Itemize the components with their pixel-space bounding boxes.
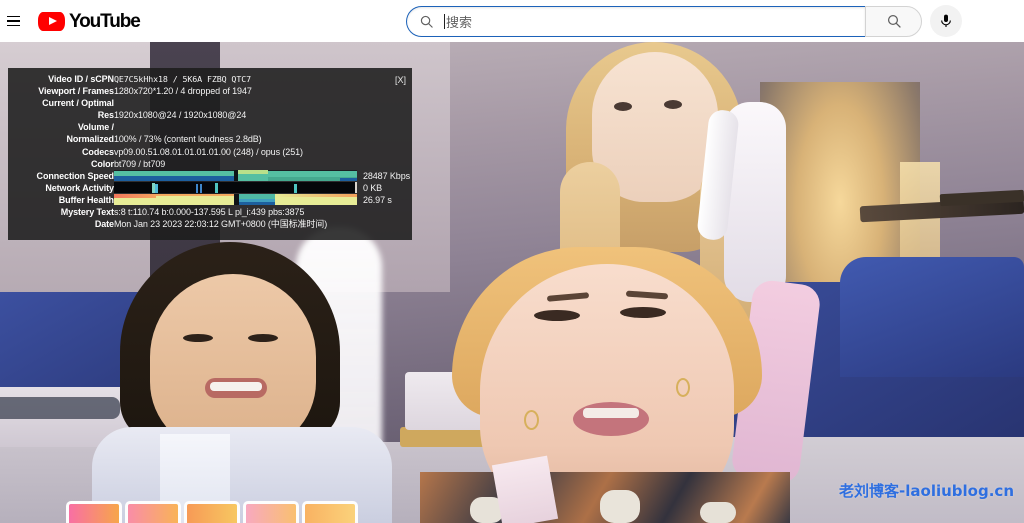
card-item [184,501,240,523]
connection-speed-value: 28487 Kbps [362,170,410,181]
stats-row: Connection Speed 28487 Kbps [12,170,410,182]
stats-row: Network Activity 0 KB [12,182,410,194]
youtube-play-icon [38,11,65,31]
stats-key: Mystery Text [60,207,114,218]
stats-value: 1920x1080@24 / 1920x1080@24 [113,110,247,121]
stats-value: vp09.00.51.08.01.01.01.01.00 (248) / opu… [113,146,303,157]
microphone-icon [941,14,951,27]
stats-row: Codecs vp09.00.51.08.01.01.01.01.00 (248… [12,146,410,158]
search-input[interactable]: 搜索 [406,5,865,37]
network-activity-value: 0 KB [362,182,383,193]
stats-row: Current / Optimal [12,97,410,109]
search-zone: 搜索 [406,5,962,37]
stats-value: 1280x720*1.20 / 4 dropped of 1947 [113,86,252,97]
stats-value: Mon Jan 23 2023 22:03:12 GMT+0800 (中国标准时… [113,219,328,230]
search-icon [887,14,901,28]
watermark-text: 老刘博客-laoliublog.cn [839,482,1014,500]
stats-table: Video ID / sCPN QE7C5kHhx18 / 5K6A FZBQ … [12,73,411,230]
search-placeholder: 搜索 [446,14,473,30]
stats-value: s:8 t:110.74 b:0.000-137.595 L pl_i:439 … [113,207,305,218]
stats-value [114,121,410,133]
search-icon [419,14,434,29]
card-item [243,501,299,523]
network-activity-graph [113,182,357,194]
stats-row: Color bt709 / bt709 [12,158,410,170]
stats-key: Codecs [82,146,114,157]
buffer-health-graph [113,194,357,206]
masthead: YouTube 搜索 [0,0,1024,42]
youtube-logo-text: YouTube [69,10,141,32]
text-caret [444,13,445,29]
stats-key: Current / Optimal [42,98,114,109]
stats-key: Res [97,110,114,121]
stats-key: Date [94,219,114,230]
search-submit-button[interactable] [865,5,922,37]
stats-value: bt709 / bt709 [113,158,166,169]
hamburger-menu-icon[interactable] [2,0,24,42]
card-item [302,501,358,523]
card-item [66,501,122,523]
stats-row: Mystery Text s:8 t:110.74 b:0.000-137.59… [12,206,410,218]
stats-row: Date Mon Jan 23 2023 22:03:12 GMT+0800 (… [12,218,410,230]
stats-key: Volume / [77,122,114,133]
stats-key: Network Activity [45,182,114,193]
youtube-logo[interactable]: YouTube [38,10,141,32]
stats-value: 100% / 73% (content loudness 2.8dB) [113,134,262,145]
connection-speed-graph [113,170,357,182]
stats-value: QE7C5kHhx18 / 5K6A FZBQ QTC7 [113,74,252,84]
card-item [125,501,181,523]
stats-row: Buffer Health 26.97 s [12,194,410,206]
youtube-page: YouTube 搜索 老刘博客-laoliublog.cn [X] Video … [0,0,1024,523]
stats-close-button[interactable]: [X] [395,74,406,86]
stats-key: Buffer Health [58,194,114,205]
stats-row: Normalized 100% / 73% (content loudness … [12,133,410,145]
stats-row: Res 1920x1080@24 / 1920x1080@24 [12,109,410,121]
buffer-health-value: 26.97 s [362,194,392,205]
stats-key: Viewport / Frames [38,86,114,97]
stats-value [114,97,410,109]
voice-search-button[interactable] [930,5,962,37]
stats-key: Color [90,158,114,169]
stats-for-nerds-panel[interactable]: [X] Video ID / sCPN QE7C5kHhx18 / 5K6A F… [8,68,412,240]
stats-key: Connection Speed [36,170,115,181]
stats-key: Video ID / sCPN [48,74,114,84]
stats-row: Video ID / sCPN QE7C5kHhx18 / 5K6A FZBQ … [12,73,410,85]
stats-row: Viewport / Frames 1280x720*1.20 / 4 drop… [12,85,410,97]
stats-key: Normalized [66,134,114,145]
thumbnail-card-strip [66,495,358,523]
stats-row: Volume / [12,121,410,133]
